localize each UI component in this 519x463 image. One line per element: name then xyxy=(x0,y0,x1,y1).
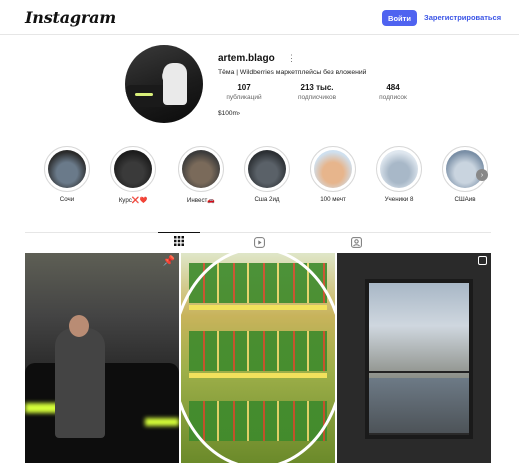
highlight-thumbnail xyxy=(48,150,86,188)
stat-followers[interactable]: 213 тыс. подписчиков xyxy=(282,83,352,101)
highlight-ring xyxy=(178,146,224,192)
highlight-label: Инвест🚗 xyxy=(186,197,216,204)
stat-label: публикаций xyxy=(226,94,262,101)
tab-tagged[interactable] xyxy=(346,235,366,249)
post-thumbnail[interactable] xyxy=(337,253,491,463)
instagram-logo[interactable]: Instagram xyxy=(25,8,116,27)
posts-grid-icon xyxy=(174,236,184,246)
profile-stats: 107 публикаций 213 тыс. подписчиков 484 … xyxy=(218,83,418,101)
highlight-label: СШАив xyxy=(454,196,476,203)
highlight-label: Курс❌❤️ xyxy=(118,197,148,204)
profile-bio: Тёма | Wildberries маркетплейсы без влож… xyxy=(218,69,367,76)
profile-income-link[interactable]: $100m› xyxy=(218,110,240,117)
highlight-ring xyxy=(110,146,156,192)
highlight-ring xyxy=(244,146,290,192)
highlight-ring xyxy=(376,146,422,192)
highlight-item[interactable]: Инвест🚗 xyxy=(178,146,224,204)
tab-posts[interactable] xyxy=(158,232,200,249)
stat-value: 107 xyxy=(237,83,251,92)
stat-label: подписчиков xyxy=(297,94,337,101)
highlight-ring xyxy=(310,146,356,192)
carousel-icon xyxy=(478,256,487,265)
highlight-item[interactable]: Ученики 8 xyxy=(376,146,422,203)
highlight-thumbnail xyxy=(182,150,220,188)
profile-tabs xyxy=(25,232,491,250)
highlight-label: Ученики 8 xyxy=(384,196,414,203)
highlight-thumbnail xyxy=(380,150,418,188)
post-thumbnail[interactable] xyxy=(181,253,335,463)
highlight-item[interactable]: 100 мечт xyxy=(310,146,356,203)
reels-icon xyxy=(253,236,265,248)
highlight-thumbnail xyxy=(314,150,352,188)
stat-posts: 107 публикаций xyxy=(218,83,270,101)
posts-grid: 📌 xyxy=(25,253,491,463)
highlight-label: Сша 2ид xyxy=(254,196,280,203)
login-button[interactable]: Войти xyxy=(382,10,417,26)
tab-reels[interactable] xyxy=(249,235,269,249)
highlight-item[interactable]: Курс❌❤️ xyxy=(110,146,156,204)
profile-avatar[interactable] xyxy=(125,45,203,123)
highlights-next-arrow-icon[interactable]: › xyxy=(476,169,488,181)
highlight-item[interactable]: Сша 2ид xyxy=(244,146,290,203)
highlight-label: 100 мечт xyxy=(320,196,346,203)
highlight-thumbnail xyxy=(114,150,152,188)
story-highlights: Сочи Курс❌❤️ Инвест🚗 Сша 2ид 100 мечт Уч… xyxy=(44,146,494,206)
pin-icon: 📌 xyxy=(162,256,175,267)
stat-label: подписок xyxy=(379,94,407,101)
top-nav-bar: Instagram Войти Зарегистрироваться xyxy=(0,0,519,35)
highlight-item[interactable]: Сочи xyxy=(44,146,90,203)
stat-value: 213 тыс. xyxy=(300,83,334,92)
signup-link[interactable]: Зарегистрироваться xyxy=(424,13,501,22)
highlight-thumbnail xyxy=(248,150,286,188)
stat-value: 484 xyxy=(386,83,400,92)
more-options-icon[interactable]: ⋮ xyxy=(287,53,296,64)
highlight-label: Сочи xyxy=(59,196,75,203)
post-thumbnail[interactable]: 📌 xyxy=(25,253,179,463)
profile-username: artem.blago xyxy=(218,53,275,64)
stat-following[interactable]: 484 подписок xyxy=(368,83,418,101)
tagged-icon xyxy=(350,236,362,248)
highlight-ring xyxy=(44,146,90,192)
